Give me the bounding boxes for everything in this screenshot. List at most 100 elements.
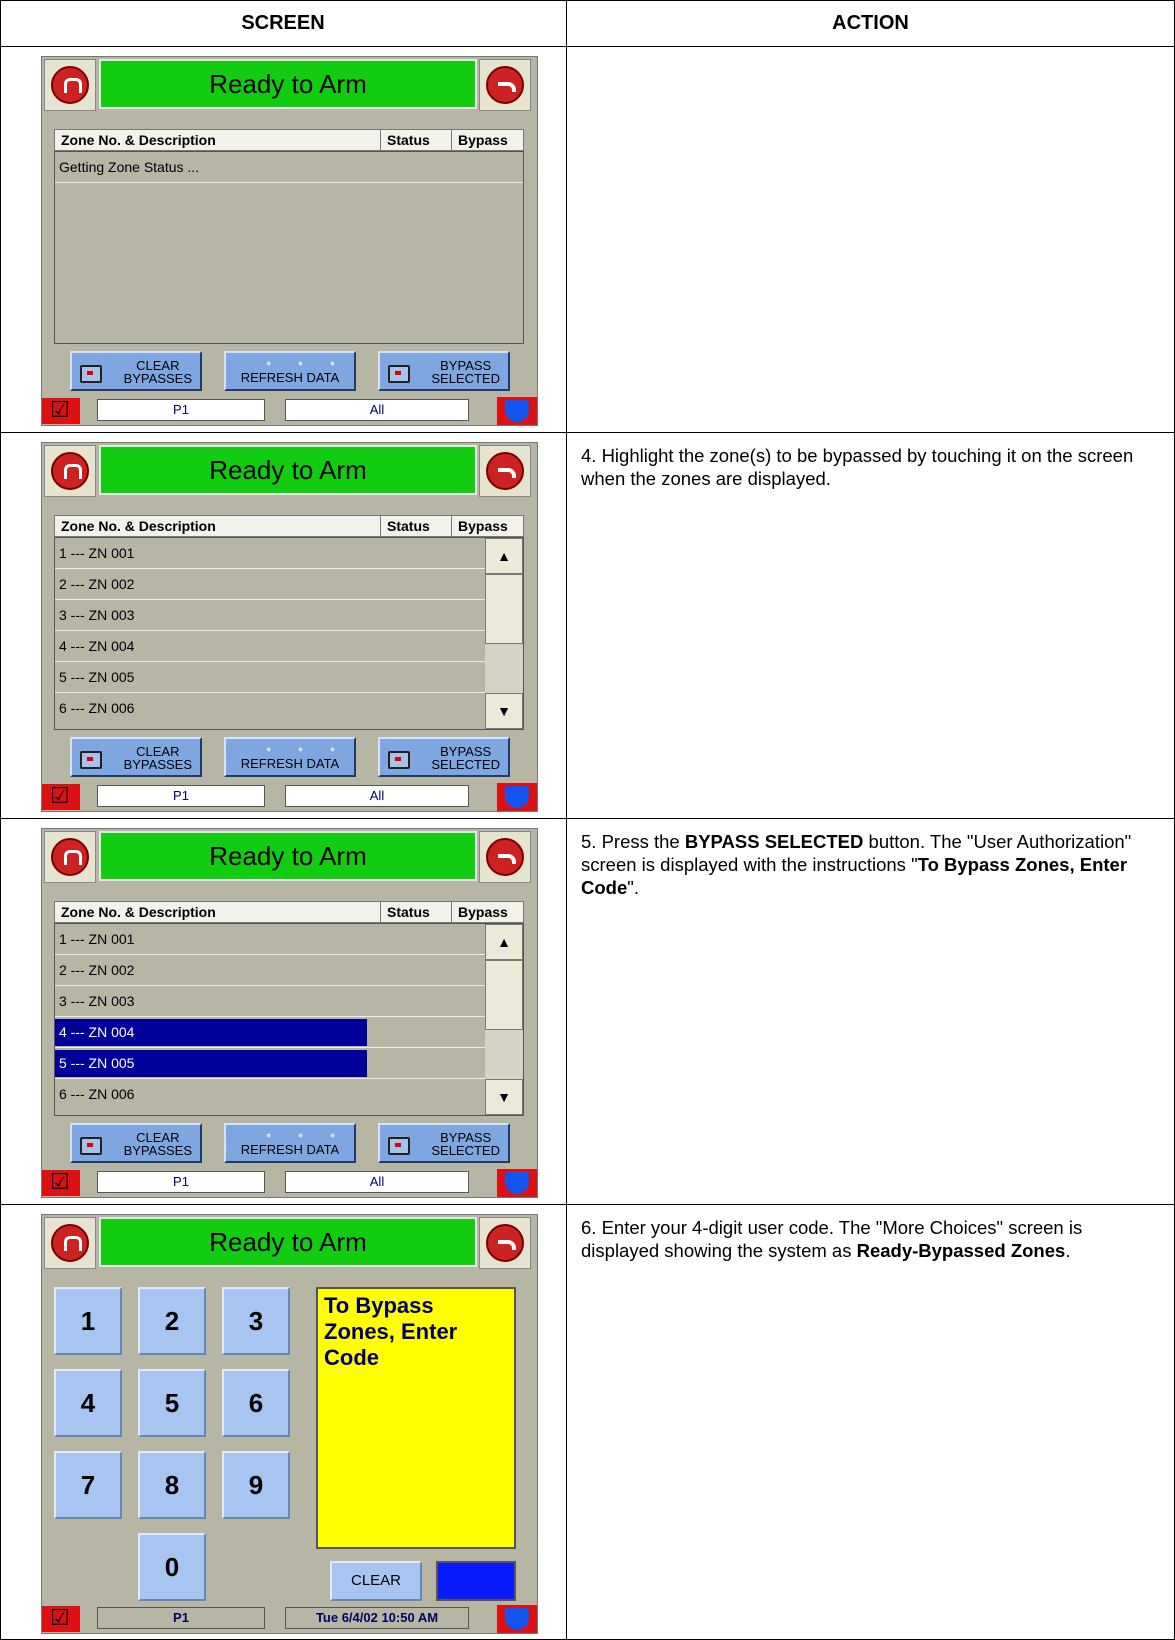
back-icon-box[interactable] [479, 59, 531, 111]
zone-row[interactable]: 6 --- ZN 006 [55, 693, 485, 724]
back-icon-box[interactable] [479, 445, 531, 497]
zone-row[interactable]: 3 --- ZN 003 [55, 986, 485, 1017]
datetime-field: Tue 6/4/02 10:50 AM [285, 1607, 469, 1629]
home-icon-box[interactable] [44, 1217, 96, 1269]
key-0[interactable]: 0 [138, 1533, 206, 1601]
code-entry-field[interactable] [436, 1561, 516, 1601]
key-4[interactable]: 4 [54, 1369, 122, 1437]
status-title: Ready to Arm [99, 1217, 477, 1267]
home-icon-box[interactable] [44, 59, 96, 111]
clear-bypasses-button[interactable]: CLEAR BYPASSES [70, 351, 202, 391]
home-icon [51, 838, 89, 876]
key-6[interactable]: 6 [222, 1369, 290, 1437]
back-icon-box[interactable] [479, 1217, 531, 1269]
home-icon-box[interactable] [44, 445, 96, 497]
header-zone-description: Zone No. & Description [61, 132, 216, 148]
column-header-screen: SCREEN [241, 12, 325, 34]
shield-icon[interactable] [497, 1169, 537, 1197]
zone-row[interactable]: 5 --- ZN 005 [55, 662, 485, 693]
back-icon-box[interactable] [479, 831, 531, 883]
partition-field[interactable]: P1 [97, 1171, 265, 1193]
zone-list[interactable]: 1 --- ZN 001 2 --- ZN 002 3 --- ZN 003 4… [54, 537, 524, 730]
partition-field[interactable]: P1 [97, 785, 265, 807]
partition-field[interactable]: P1 [97, 399, 265, 421]
header-zone-description: Zone No. & Description [61, 904, 216, 920]
checkbox-icon[interactable] [42, 397, 80, 424]
device-screen-loading: Ready to Arm Zone No. & Description Stat… [41, 56, 538, 426]
header-bypass: Bypass [451, 130, 508, 150]
header-status: Status [380, 130, 449, 150]
table-divider [0, 46, 1175, 47]
clear-bypass-icon [80, 365, 102, 383]
scroll-up-button[interactable]: ▲ [485, 538, 523, 574]
header-status: Status [380, 902, 449, 922]
footer-bar: P1 All [42, 1169, 537, 1197]
key-5[interactable]: 5 [138, 1369, 206, 1437]
header-zone-description: Zone No. & Description [61, 518, 216, 534]
loading-row: Getting Zone Status ... [55, 152, 523, 183]
clear-bypass-icon [80, 1137, 102, 1155]
zone-list-header: Zone No. & Description Status Bypass [54, 129, 524, 151]
filter-field[interactable]: All [285, 785, 469, 807]
zone-list[interactable]: 1 --- ZN 001 2 --- ZN 002 3 --- ZN 003 4… [54, 923, 524, 1116]
partition-field[interactable]: P1 [97, 1607, 265, 1629]
refresh-data-button[interactable]: ● ● ● REFRESH DATA [224, 737, 356, 777]
zone-scrollbar[interactable]: ▲ ▼ [485, 924, 523, 1115]
bypass-icon [388, 1137, 410, 1155]
home-icon [51, 66, 89, 104]
zone-scrollbar[interactable]: ▲ ▼ [485, 538, 523, 729]
shield-icon[interactable] [497, 1605, 537, 1633]
key-9[interactable]: 9 [222, 1451, 290, 1519]
checkbox-icon[interactable] [42, 1605, 80, 1632]
zone-row-selected[interactable]: 5 --- ZN 005 [55, 1048, 485, 1079]
scroll-up-button[interactable]: ▲ [485, 924, 523, 960]
key-2[interactable]: 2 [138, 1287, 206, 1355]
back-icon [486, 452, 524, 490]
home-icon-box[interactable] [44, 831, 96, 883]
refresh-data-button[interactable]: ● ● ● REFRESH DATA [224, 351, 356, 391]
zone-row[interactable]: 3 --- ZN 003 [55, 600, 485, 631]
clear-button[interactable]: CLEAR [330, 1561, 422, 1601]
key-3[interactable]: 3 [222, 1287, 290, 1355]
table-divider [0, 432, 1175, 433]
key-8[interactable]: 8 [138, 1451, 206, 1519]
header-bypass: Bypass [451, 516, 508, 536]
device-screen-selected: Ready to Arm Zone No. & Description Stat… [41, 828, 538, 1198]
shield-icon[interactable] [497, 783, 537, 811]
filter-field[interactable]: All [285, 399, 469, 421]
key-7[interactable]: 7 [54, 1451, 122, 1519]
back-icon [486, 838, 524, 876]
zone-row[interactable]: 4 --- ZN 004 [55, 631, 485, 662]
zone-row[interactable]: 1 --- ZN 001 [55, 924, 485, 955]
scroll-down-button[interactable]: ▼ [485, 693, 523, 729]
zone-list[interactable]: Getting Zone Status ... [54, 151, 524, 344]
table-column-divider [566, 0, 567, 1640]
scroll-thumb[interactable] [485, 574, 523, 644]
scroll-down-button[interactable]: ▼ [485, 1079, 523, 1115]
column-header-action: ACTION [832, 12, 909, 34]
shield-icon[interactable] [497, 397, 537, 425]
zone-row[interactable]: 6 --- ZN 006 [55, 1079, 485, 1110]
header-status: Status [380, 516, 449, 536]
refresh-data-button[interactable]: ● ● ● REFRESH DATA [224, 1123, 356, 1163]
zone-row[interactable]: 2 --- ZN 002 [55, 955, 485, 986]
step-4-text: 4. Highlight the zone(s) to be bypassed … [581, 445, 1134, 489]
filter-field[interactable]: All [285, 1171, 469, 1193]
step-5-text: 5. Press the BYPASS SELECTED button. The… [581, 831, 1132, 898]
zone-row[interactable]: 2 --- ZN 002 [55, 569, 485, 600]
zone-row-selected[interactable]: 4 --- ZN 004 [55, 1017, 485, 1048]
clear-bypasses-button[interactable]: CLEAR BYPASSES [70, 1123, 202, 1163]
home-icon [51, 1224, 89, 1262]
bypass-selected-button[interactable]: BYPASS SELECTED [378, 737, 510, 777]
table-divider [0, 818, 1175, 819]
clear-bypasses-button[interactable]: CLEAR BYPASSES [70, 737, 202, 777]
clear-bypass-icon [80, 751, 102, 769]
bypass-selected-button[interactable]: BYPASS SELECTED [378, 1123, 510, 1163]
key-1[interactable]: 1 [54, 1287, 122, 1355]
checkbox-icon[interactable] [42, 783, 80, 810]
scroll-thumb[interactable] [485, 960, 523, 1030]
bypass-selected-button[interactable]: BYPASS SELECTED [378, 351, 510, 391]
zone-row[interactable]: 1 --- ZN 001 [55, 538, 485, 569]
instruction-message: To Bypass Zones, Enter Code [316, 1287, 516, 1549]
checkbox-icon[interactable] [42, 1169, 80, 1196]
